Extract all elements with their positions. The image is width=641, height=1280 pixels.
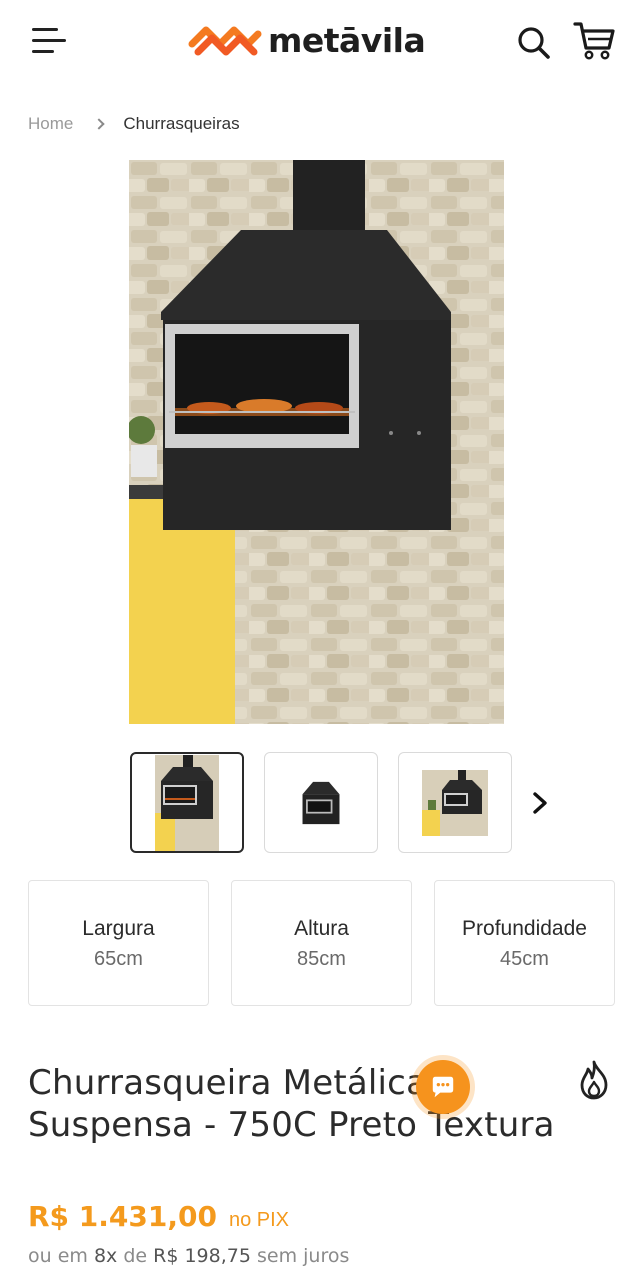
installments-prefix: ou em (28, 1245, 88, 1267)
dimension-label: Profundidade (462, 917, 587, 940)
installments-of: de (123, 1245, 148, 1267)
thumbnail-1[interactable] (130, 752, 244, 853)
installments-count: 8x (93, 1245, 118, 1267)
product-title-line-2: Suspensa - 750C Preto Textura (28, 1105, 555, 1145)
brand-logo-mark-icon (188, 26, 262, 56)
flame-icon (574, 1058, 614, 1102)
chevron-right-icon (93, 118, 106, 130)
dimension-label: Largura (82, 917, 155, 940)
hamburger-menu-icon[interactable] (28, 22, 68, 58)
thumbnail-3[interactable] (398, 752, 512, 853)
installment-value: R$ 198,75 (153, 1245, 251, 1267)
product-title: Churrasqueira Metálica Suspensa - 750C P… (28, 1062, 568, 1146)
brand-name: metāvila (268, 20, 426, 60)
brand-logo[interactable]: metāvila (186, 18, 426, 62)
thumbnail-strip (0, 752, 641, 854)
chevron-right-icon[interactable] (527, 788, 555, 818)
installments-text: ou em 8x de R$ 198,75 sem juros (28, 1245, 349, 1267)
price-pix-label: no PIX (228, 1209, 290, 1231)
dimension-card-width: Largura 65cm (28, 880, 209, 1006)
chat-bubble-icon[interactable] (416, 1060, 470, 1114)
dimension-card-height: Altura 85cm (231, 880, 412, 1006)
product-main-image[interactable] (129, 160, 504, 724)
breadcrumb-home-link[interactable]: Home (28, 114, 73, 134)
header: metāvila (0, 0, 641, 84)
price-value: R$ 1.431,00 (28, 1200, 217, 1233)
price-row: R$ 1.431,00 no PIX (28, 1200, 289, 1233)
search-icon[interactable] (514, 22, 554, 62)
product-title-line-1: Churrasqueira Metálica (28, 1063, 428, 1103)
dimension-label: Altura (294, 917, 349, 940)
dimension-card-depth: Profundidade 45cm (434, 880, 615, 1006)
thumbnail-2[interactable] (264, 752, 378, 853)
dimension-value: 45cm (500, 948, 549, 970)
installments-suffix: sem juros (257, 1245, 350, 1267)
dimension-value: 85cm (297, 948, 346, 970)
breadcrumb: Home Churrasqueiras (28, 114, 240, 134)
shopping-cart-icon[interactable] (572, 18, 616, 62)
breadcrumb-current: Churrasqueiras (123, 114, 240, 133)
dimension-value: 65cm (94, 948, 143, 970)
